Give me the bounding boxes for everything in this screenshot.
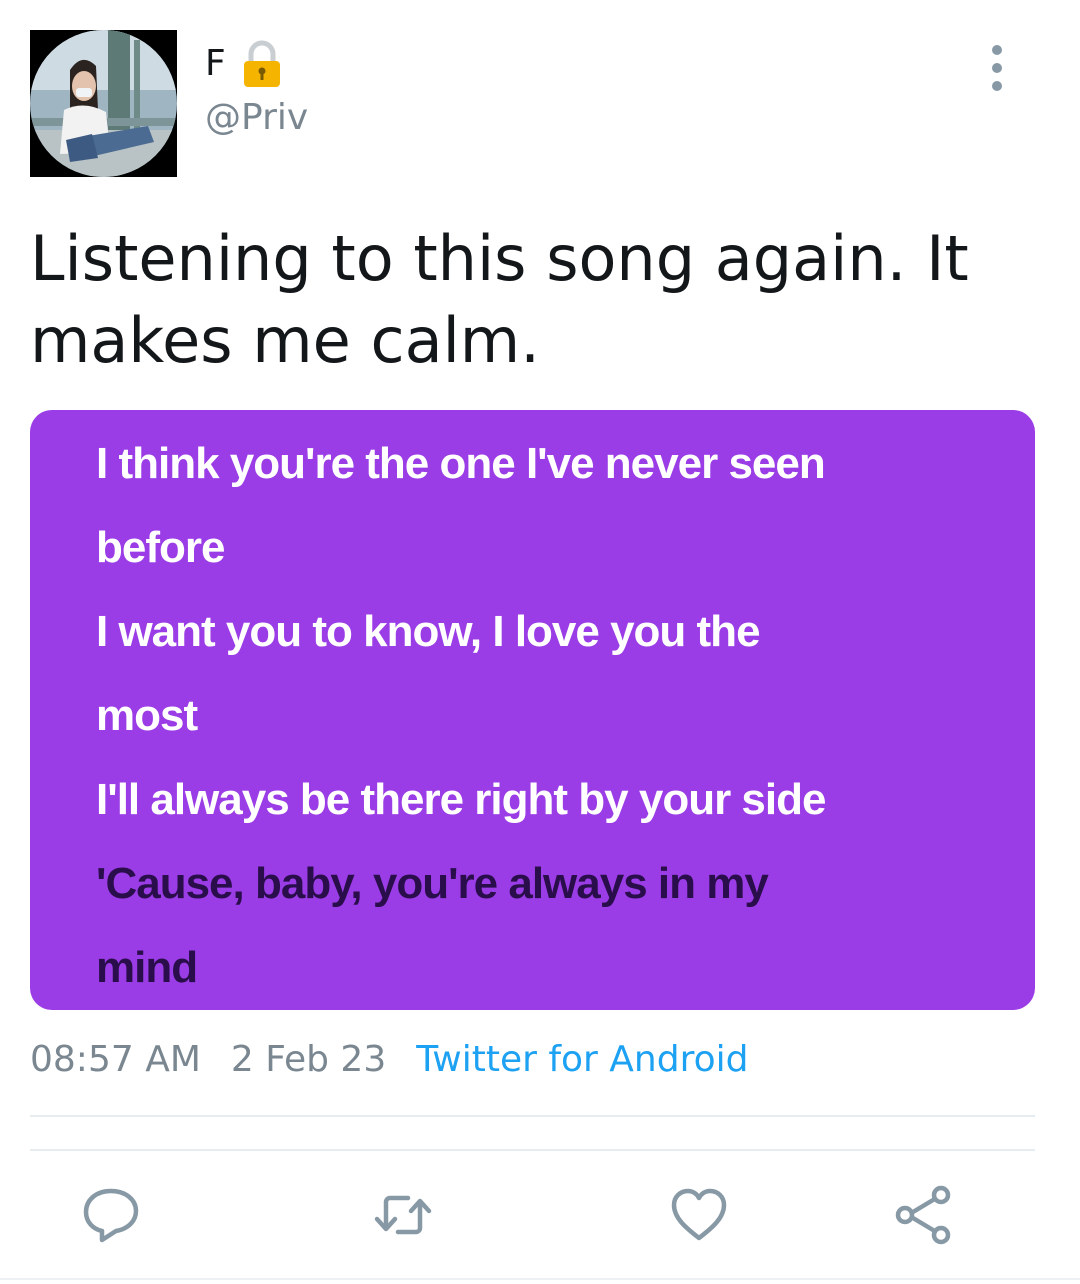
more-vertical-icon xyxy=(992,45,1002,91)
share-button[interactable] xyxy=(892,1184,954,1246)
lyric-line: most xyxy=(96,691,198,740)
user-name-row: F xyxy=(205,38,284,90)
user-handle[interactable]: @Priv xyxy=(205,100,308,136)
tweet-text: Listening to this song again. It makes m… xyxy=(30,222,969,377)
retweet-button[interactable] xyxy=(372,1184,434,1246)
divider xyxy=(30,1115,1035,1117)
lock-icon xyxy=(240,40,284,88)
like-button[interactable] xyxy=(668,1184,730,1246)
divider xyxy=(0,1278,1080,1280)
lyric-line-current: 'Cause, baby, you're always in my xyxy=(96,859,769,908)
divider xyxy=(30,1149,1035,1151)
avatar[interactable] xyxy=(30,30,177,177)
reply-icon xyxy=(83,1188,139,1243)
retweet-icon xyxy=(374,1195,432,1235)
lyric-line: I'll always be there right by your side xyxy=(96,775,826,824)
tweet-time[interactable]: 08:57 AM xyxy=(30,1042,201,1078)
more-options-button[interactable] xyxy=(975,38,1019,98)
tweet-source-link[interactable]: Twitter for Android xyxy=(416,1042,748,1078)
lyric-line: I want you to know, I love you the xyxy=(96,607,761,656)
tweet-media-image[interactable]: I think you're the one I've never seen b… xyxy=(30,410,1035,1010)
lyrics-list: I think you're the one I've never seen b… xyxy=(96,422,996,1010)
tweet-date[interactable]: 2 Feb 23 xyxy=(231,1042,386,1078)
share-icon xyxy=(895,1185,951,1245)
display-name[interactable]: F xyxy=(205,46,226,82)
reply-button[interactable] xyxy=(80,1184,142,1246)
heart-icon xyxy=(671,1188,727,1241)
lyric-line-current: mind xyxy=(96,943,198,992)
lyric-line: before xyxy=(96,523,225,572)
profile-photo xyxy=(30,30,177,177)
lyric-line: I think you're the one I've never seen xyxy=(96,439,826,488)
tweet-meta: 08:57 AM 2 Feb 23 Twitter for Android xyxy=(30,1034,748,1086)
